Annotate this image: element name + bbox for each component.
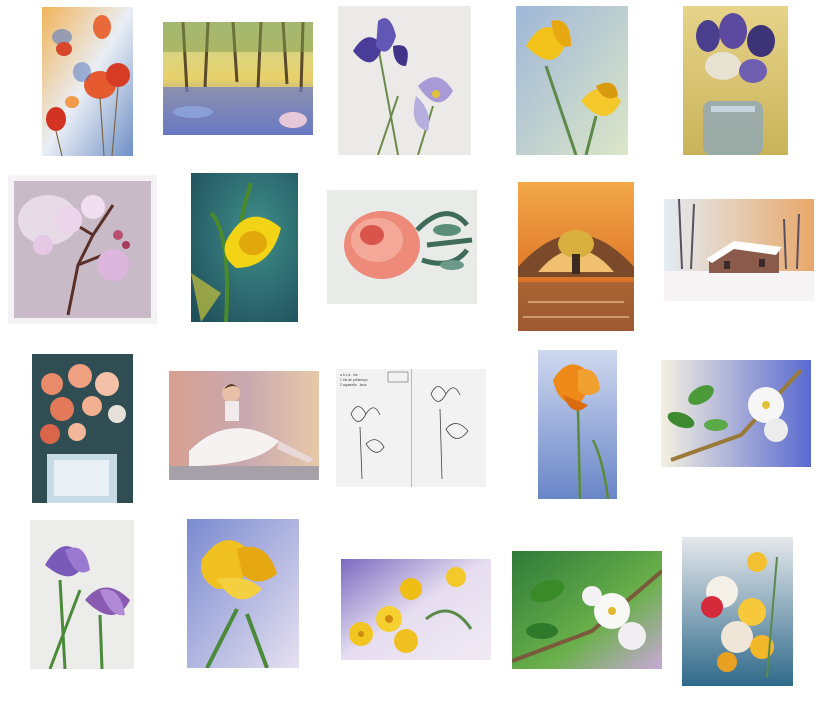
yellow-irises-image (516, 6, 628, 155)
forest-bluebells-image (163, 22, 313, 135)
red-poppies-image (42, 7, 133, 156)
painting-thumbnail-orange-iris[interactable] (538, 350, 617, 499)
painting-thumbnail-iris-pencil-sketch[interactable]: a b c d - iris 1 iris de printemps 2 aqu… (336, 369, 486, 487)
painting-thumbnail-yellow-primroses[interactable] (341, 559, 491, 660)
seated-ballerina-image (169, 371, 319, 480)
painting-thumbnail-pink-peony[interactable] (327, 190, 477, 304)
painting-thumbnail-purple-flowers-vase[interactable] (683, 6, 788, 155)
sketch-note-line3: 2 aquarelle - lavis (340, 383, 367, 387)
painting-thumbnail-yellow-iris-close[interactable] (187, 519, 299, 668)
snowy-village-image (664, 199, 814, 301)
purple-irises-vertical-image (30, 520, 134, 669)
painting-thumbnail-bridge-figure-umbrella[interactable] (518, 182, 634, 331)
yellow-primroses-image (341, 559, 491, 660)
roses-vase-image (32, 354, 133, 503)
sketch-note-line1: a b c d - iris (340, 373, 358, 377)
painting-thumbnail-roses-vase[interactable] (32, 354, 133, 503)
purple-irises-image (338, 6, 471, 155)
painting-thumbnail-yellow-irises[interactable] (516, 6, 628, 155)
yellow-red-orchids-image (682, 537, 793, 686)
painting-thumbnail-snowy-village[interactable] (664, 199, 814, 301)
pink-peony-image (327, 190, 477, 304)
yellow-daffodil-image (191, 173, 298, 322)
white-blossom-green-leaves-image (661, 360, 811, 467)
painting-thumbnail-purple-irises-vertical[interactable] (30, 520, 134, 669)
painting-thumbnail-yellow-daffodil[interactable] (191, 173, 298, 322)
painting-thumbnail-purple-irises[interactable] (338, 6, 471, 155)
sketch-note-line2: 1 iris de printemps (340, 378, 368, 382)
orange-iris-image (538, 350, 617, 499)
bridge-figure-umbrella-image (518, 182, 634, 331)
painting-thumbnail-red-poppies[interactable] (42, 7, 133, 156)
purple-flowers-vase-image (683, 6, 788, 155)
painting-thumbnail-white-flowers-green[interactable] (512, 551, 662, 669)
painting-thumbnail-white-blossom-green-leaves[interactable] (661, 360, 811, 467)
painting-thumbnail-seated-ballerina[interactable] (169, 371, 319, 480)
painting-thumbnail-yellow-red-orchids[interactable] (682, 537, 793, 686)
painting-thumbnail-forest-bluebells[interactable] (163, 22, 313, 135)
pink-blossom-branch-image (8, 175, 157, 324)
yellow-iris-close-image (187, 519, 299, 668)
iris-pencil-sketch-image: a b c d - iris 1 iris de printemps 2 aqu… (336, 369, 486, 487)
white-flowers-green-image (512, 551, 662, 669)
painting-thumbnail-pink-blossom-branch[interactable] (8, 175, 157, 324)
